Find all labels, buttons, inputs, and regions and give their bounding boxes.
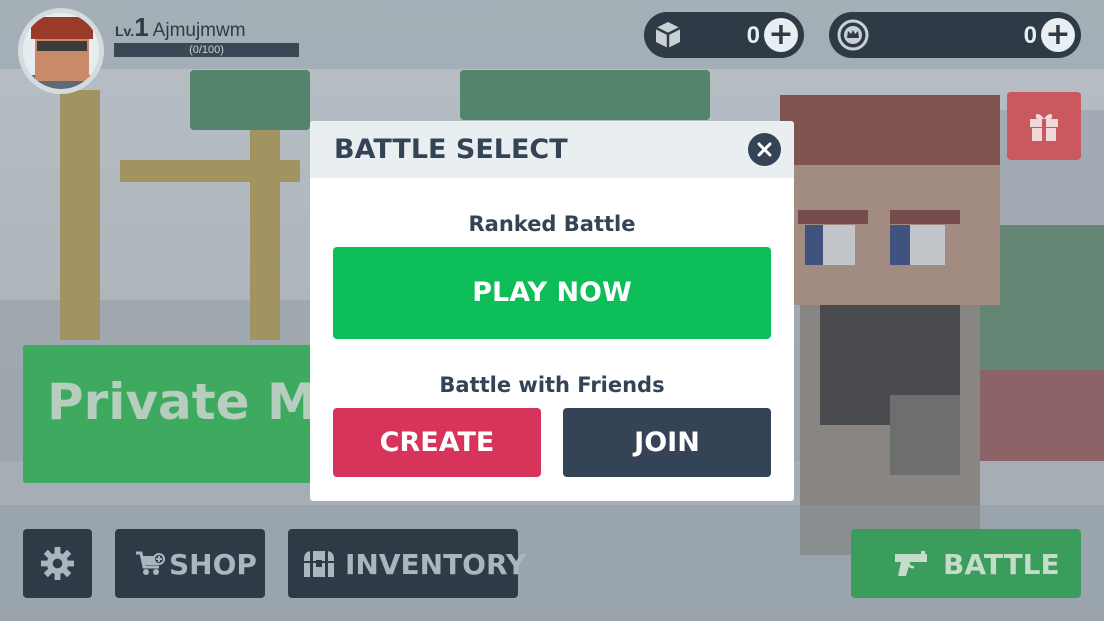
inventory-button[interactable]: INVENTORY [288, 529, 526, 598]
player-name: Ajmujmwm [152, 20, 246, 41]
add-cubes-button[interactable]: + [764, 18, 798, 52]
crown-coin-icon [837, 19, 869, 51]
shop-label: SHOP [169, 548, 257, 581]
player-avatar[interactable] [18, 8, 104, 94]
gear-icon [40, 546, 75, 581]
pistol-icon [895, 551, 927, 576]
xp-progress-bar: (0/100) [114, 43, 299, 57]
close-icon [757, 142, 772, 157]
private-match-label: Private MI [47, 373, 323, 431]
add-coins-button[interactable]: + [1041, 18, 1075, 52]
battle-label: BATTLE [943, 548, 1060, 581]
shop-button[interactable]: SHOP [115, 529, 265, 598]
create-button[interactable]: CREATE [333, 408, 541, 477]
gift-button[interactable] [1007, 92, 1081, 160]
cube-icon [652, 19, 684, 51]
play-now-label: PLAY NOW [472, 277, 632, 308]
cube-currency: 0 + [644, 12, 804, 58]
join-button[interactable]: JOIN [563, 408, 771, 477]
create-label: CREATE [379, 427, 495, 458]
ranked-battle-label: Ranked Battle [468, 212, 636, 236]
shop-cart-icon [136, 551, 165, 575]
battle-select-dialog: BATTLE SELECT Ranked Battle PLAY NOW Bat… [310, 121, 794, 501]
battle-button[interactable]: BATTLE [851, 529, 1081, 598]
settings-button[interactable] [23, 529, 92, 598]
play-now-button[interactable]: PLAY NOW [333, 247, 771, 339]
xp-text: (0/100) [189, 44, 224, 56]
coin-currency: 0 + [829, 12, 1081, 58]
level-number: 1 [134, 12, 149, 42]
inventory-label: INVENTORY [345, 548, 527, 581]
close-button[interactable] [748, 133, 781, 166]
player-level-name: Lv.1 Ajmujmwm [115, 12, 246, 43]
dialog-header: BATTLE SELECT [310, 121, 794, 178]
chest-icon [304, 551, 334, 577]
private-match-banner[interactable]: Private MI [23, 345, 323, 483]
cube-amount: 0 [746, 22, 760, 49]
dialog-title: BATTLE SELECT [334, 134, 568, 165]
level-prefix: Lv. [115, 23, 135, 39]
coin-amount: 0 [1023, 22, 1037, 49]
gift-icon [1030, 114, 1058, 141]
friends-battle-label: Battle with Friends [439, 373, 665, 397]
join-label: JOIN [634, 427, 700, 458]
